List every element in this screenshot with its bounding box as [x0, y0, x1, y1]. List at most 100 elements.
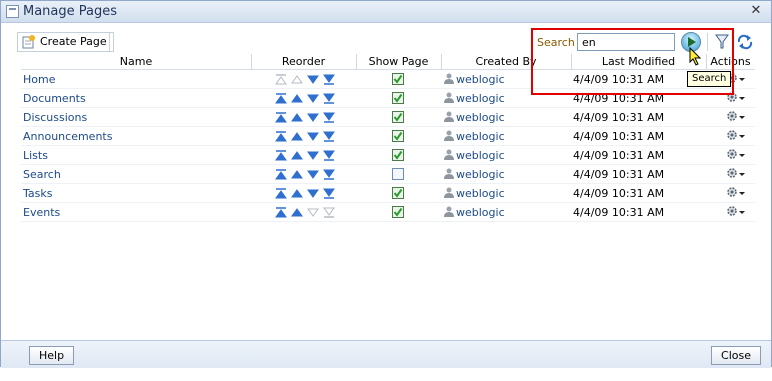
column-created-by[interactable]: Created By [441, 55, 571, 68]
move-bottom-icon[interactable] [323, 169, 335, 180]
filter-icon[interactable] [715, 34, 729, 50]
show-page-checkbox[interactable] [392, 168, 404, 180]
actions-menu-button[interactable] [725, 148, 747, 162]
close-icon[interactable]: ✕ [749, 4, 763, 18]
page-name-link[interactable]: Discussions [23, 111, 87, 124]
column-name[interactable]: Name [21, 55, 251, 68]
created-by-link[interactable]: weblogic [443, 92, 505, 105]
move-up-icon[interactable] [291, 207, 303, 218]
table-row[interactable]: Search weblogic 4/4/09 10:31 AM [21, 165, 755, 184]
table-row[interactable]: Announcements weblogic 4/4/09 10:31 AM [21, 127, 755, 146]
show-page-checkbox[interactable] [392, 206, 404, 218]
table-header: Name Reorder Show Page Created By Last M… [21, 54, 755, 70]
mouse-pointer-icon [689, 47, 702, 66]
column-last-modified[interactable]: Last Modified [571, 55, 706, 68]
page-name-link[interactable]: Search [23, 168, 61, 181]
created-by-name: weblogic [456, 187, 505, 200]
search-input[interactable] [577, 33, 675, 51]
user-icon [444, 111, 454, 122]
reorder-controls [275, 188, 339, 199]
show-page-checkbox[interactable] [392, 130, 404, 142]
manage-pages-dialog: Manage Pages ✕ Create Page Search en Nam… [0, 0, 772, 368]
move-top-icon[interactable] [275, 93, 287, 104]
created-by-link[interactable]: weblogic [443, 73, 505, 86]
move-up-icon[interactable] [291, 150, 303, 161]
move-down-icon[interactable] [307, 150, 319, 161]
user-icon [444, 206, 454, 217]
created-by-link[interactable]: weblogic [443, 130, 505, 143]
move-top-icon[interactable] [275, 169, 287, 180]
created-by-link[interactable]: weblogic [443, 111, 505, 124]
move-top-icon[interactable] [275, 188, 287, 199]
move-bottom-icon[interactable] [323, 74, 335, 85]
table-row[interactable]: Tasks weblogic 4/4/09 10:31 AM [21, 184, 755, 203]
title-bar: Manage Pages ✕ [1, 1, 771, 23]
show-page-checkbox[interactable] [392, 111, 404, 123]
move-top-icon[interactable] [275, 112, 287, 123]
column-reorder[interactable]: Reorder [251, 55, 356, 68]
page-name-link[interactable]: Lists [23, 149, 48, 162]
page-name-link[interactable]: Announcements [23, 130, 112, 143]
table-row[interactable]: Lists weblogic 4/4/09 10:31 AM [21, 146, 755, 165]
column-show-page[interactable]: Show Page [356, 55, 441, 68]
create-page-button[interactable]: Create Page [17, 32, 114, 52]
show-page-checkbox[interactable] [392, 187, 404, 199]
refresh-icon[interactable] [736, 34, 754, 50]
actions-menu-button[interactable] [725, 167, 747, 181]
created-by-link[interactable]: weblogic [443, 187, 505, 200]
table-row[interactable]: Events weblogic 4/4/09 10:31 AM [21, 203, 755, 222]
actions-menu-button[interactable] [725, 91, 747, 105]
move-up-icon[interactable] [291, 188, 303, 199]
column-actions[interactable]: Actions [706, 55, 755, 68]
page-name-link[interactable]: Documents [23, 92, 86, 105]
actions-menu-button[interactable] [725, 129, 747, 143]
move-up-icon[interactable] [291, 131, 303, 142]
show-page-checkbox[interactable] [392, 92, 404, 104]
help-button[interactable]: Help [29, 346, 75, 365]
last-modified-value: 4/4/09 10:31 AM [573, 130, 665, 143]
actions-menu-button[interactable] [725, 186, 747, 200]
page-name-link[interactable]: Tasks [23, 187, 52, 200]
created-by-name: weblogic [456, 73, 505, 86]
move-top-icon[interactable] [275, 207, 287, 218]
move-down-icon[interactable] [307, 112, 319, 123]
move-bottom-icon[interactable] [323, 188, 335, 199]
move-bottom-icon[interactable] [323, 150, 335, 161]
close-button[interactable]: Close [711, 346, 761, 365]
gear-icon [727, 187, 745, 197]
move-top-icon[interactable] [275, 150, 287, 161]
move-bottom-icon[interactable] [323, 93, 335, 104]
show-page-checkbox[interactable] [392, 149, 404, 161]
created-by-link[interactable]: weblogic [443, 149, 505, 162]
window-icon [6, 5, 19, 18]
show-page-checkbox[interactable] [392, 73, 404, 85]
created-by-link[interactable]: weblogic [443, 168, 505, 181]
table-row[interactable]: Documents weblogic 4/4/09 10:31 AM [21, 89, 755, 108]
last-modified-value: 4/4/09 10:31 AM [573, 206, 665, 219]
actions-menu-button[interactable] [725, 110, 747, 124]
move-top-icon[interactable] [275, 131, 287, 142]
move-down-icon[interactable] [307, 93, 319, 104]
move-up-icon[interactable] [291, 169, 303, 180]
toolbar-separator [109, 33, 110, 51]
move-down-icon[interactable] [307, 188, 319, 199]
move-down-icon[interactable] [307, 131, 319, 142]
page-name-link[interactable]: Home [23, 73, 55, 86]
move-up-icon[interactable] [291, 93, 303, 104]
move-up-icon[interactable] [291, 112, 303, 123]
move-bottom-icon[interactable] [323, 131, 335, 142]
reorder-controls [275, 207, 339, 218]
page-name-link[interactable]: Events [23, 206, 60, 219]
actions-menu-button[interactable] [725, 205, 747, 219]
reorder-controls [275, 169, 339, 180]
created-by-name: weblogic [456, 168, 505, 181]
created-by-link[interactable]: weblogic [443, 206, 505, 219]
gear-icon [727, 168, 745, 178]
toolbar-separator [707, 33, 708, 51]
user-icon [444, 130, 454, 141]
table-row[interactable]: Discussions weblogic 4/4/09 10:31 AM [21, 108, 755, 127]
move-down-icon[interactable] [307, 169, 319, 180]
move-bottom-icon[interactable] [323, 112, 335, 123]
move-down-icon[interactable] [307, 74, 319, 85]
table-row[interactable]: Home weblogic 4/4/09 10:31 AM [21, 70, 755, 89]
